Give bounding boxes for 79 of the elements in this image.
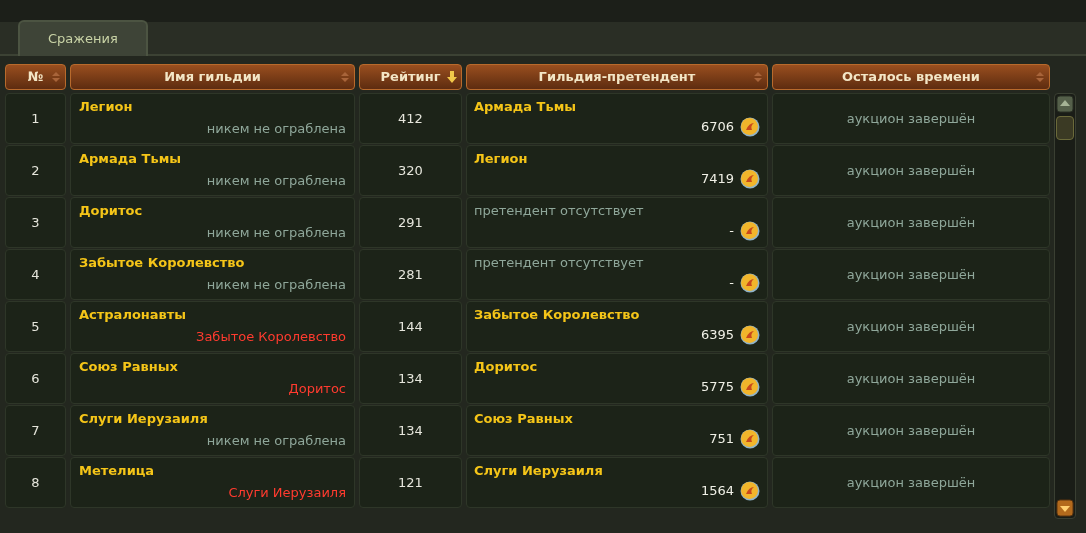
- challenger-name: Забытое Королевство: [474, 307, 641, 323]
- table-cell: 1: [5, 93, 66, 144]
- robbery-status: никем не ограблена: [206, 121, 346, 137]
- guild-name: Метелица: [79, 463, 156, 479]
- column-header[interactable]: Гильдия-претендент: [466, 64, 768, 90]
- table-cell: аукцион завершён: [772, 301, 1050, 352]
- guild-name: Слуги Иерузаиля: [79, 411, 209, 427]
- table-cell: 6: [5, 353, 66, 404]
- challenger-name: Легион: [474, 151, 529, 167]
- guild-name: Легион: [79, 99, 134, 115]
- column-header[interactable]: №: [5, 64, 66, 90]
- sort-icon: [340, 71, 350, 83]
- table-cell: аукцион завершён: [772, 353, 1050, 404]
- scroll-thumb[interactable]: [1056, 116, 1074, 140]
- coin-icon: [740, 117, 760, 137]
- guild-name: Астралонавты: [79, 307, 188, 323]
- table-cell: 8: [5, 457, 66, 508]
- table-cell: 134: [359, 353, 462, 404]
- table-cell: 320: [359, 145, 462, 196]
- tab[interactable]: Сражения: [18, 20, 148, 56]
- challenger-name: претендент отсутствует: [474, 203, 645, 219]
- challenger-name: претендент отсутствует: [474, 255, 645, 271]
- table-cell: аукцион завершён: [772, 145, 1050, 196]
- sort-icon: [753, 71, 763, 83]
- bid-amount: 5775: [700, 378, 734, 397]
- coin-icon: [740, 429, 760, 449]
- guild-name: Союз Равных: [79, 359, 179, 375]
- table-cell: 2: [5, 145, 66, 196]
- coin-icon: [740, 481, 760, 501]
- column-header[interactable]: Имя гильдии: [70, 64, 355, 90]
- coin-icon: [740, 273, 760, 293]
- table-cell: 3: [5, 197, 66, 248]
- scroll-up-icon[interactable]: [1056, 95, 1074, 113]
- coin-icon: [740, 325, 760, 345]
- table-cell: аукцион завершён: [772, 197, 1050, 248]
- robbery-status: Доритос: [288, 381, 346, 397]
- table-cell: 4: [5, 249, 66, 300]
- coin-icon: [740, 377, 760, 397]
- guild-name: Армада Тьмы: [79, 151, 183, 167]
- coin-icon: [740, 221, 760, 241]
- bid-amount: 1564: [700, 482, 734, 501]
- bid-amount: 7419: [700, 170, 734, 189]
- robbery-status: никем не ограблена: [206, 277, 346, 293]
- table-cell: аукцион завершён: [772, 93, 1050, 144]
- sort-icon: [51, 71, 61, 83]
- table-cell: 5: [5, 301, 66, 352]
- bid-amount: 6395: [700, 326, 734, 345]
- challenger-name: Слуги Иерузаиля: [474, 463, 604, 479]
- challenger-name: Армада Тьмы: [474, 99, 578, 115]
- scroll-down-icon[interactable]: [1056, 499, 1074, 517]
- table-cell: 121: [359, 457, 462, 508]
- table-cell: 144: [359, 301, 462, 352]
- bid-amount: -: [729, 222, 734, 241]
- table-cell: аукцион завершён: [772, 457, 1050, 508]
- column-header[interactable]: Осталось времени: [772, 64, 1050, 90]
- challenger-name: Союз Равных: [474, 411, 574, 427]
- bid-amount: 751: [709, 430, 734, 449]
- table-cell: 291: [359, 197, 462, 248]
- coin-icon: [740, 169, 760, 189]
- robbery-status: никем не ограблена: [206, 433, 346, 449]
- sort-icon: [1035, 71, 1045, 83]
- robbery-status: Слуги Иерузаиля: [228, 485, 346, 501]
- column-header[interactable]: Рейтинг: [359, 64, 462, 90]
- table-cell: аукцион завершён: [772, 249, 1050, 300]
- table-cell: 7: [5, 405, 66, 456]
- table-cell: 134: [359, 405, 462, 456]
- robbery-status: никем не ограблена: [206, 173, 346, 189]
- sort-down-arrow-icon: [447, 71, 457, 83]
- guild-name: Доритос: [79, 203, 144, 219]
- table-cell: аукцион завершён: [772, 405, 1050, 456]
- challenger-name: Доритос: [474, 359, 539, 375]
- table-cell: 412: [359, 93, 462, 144]
- bid-amount: 6706: [700, 118, 734, 137]
- table-cell: 281: [359, 249, 462, 300]
- robbery-status: никем не ограблена: [206, 225, 346, 241]
- bid-amount: -: [729, 274, 734, 293]
- robbery-status: Забытое Королевство: [196, 329, 346, 345]
- scrollbar[interactable]: [1054, 93, 1076, 519]
- guild-name: Забытое Королевство: [79, 255, 246, 271]
